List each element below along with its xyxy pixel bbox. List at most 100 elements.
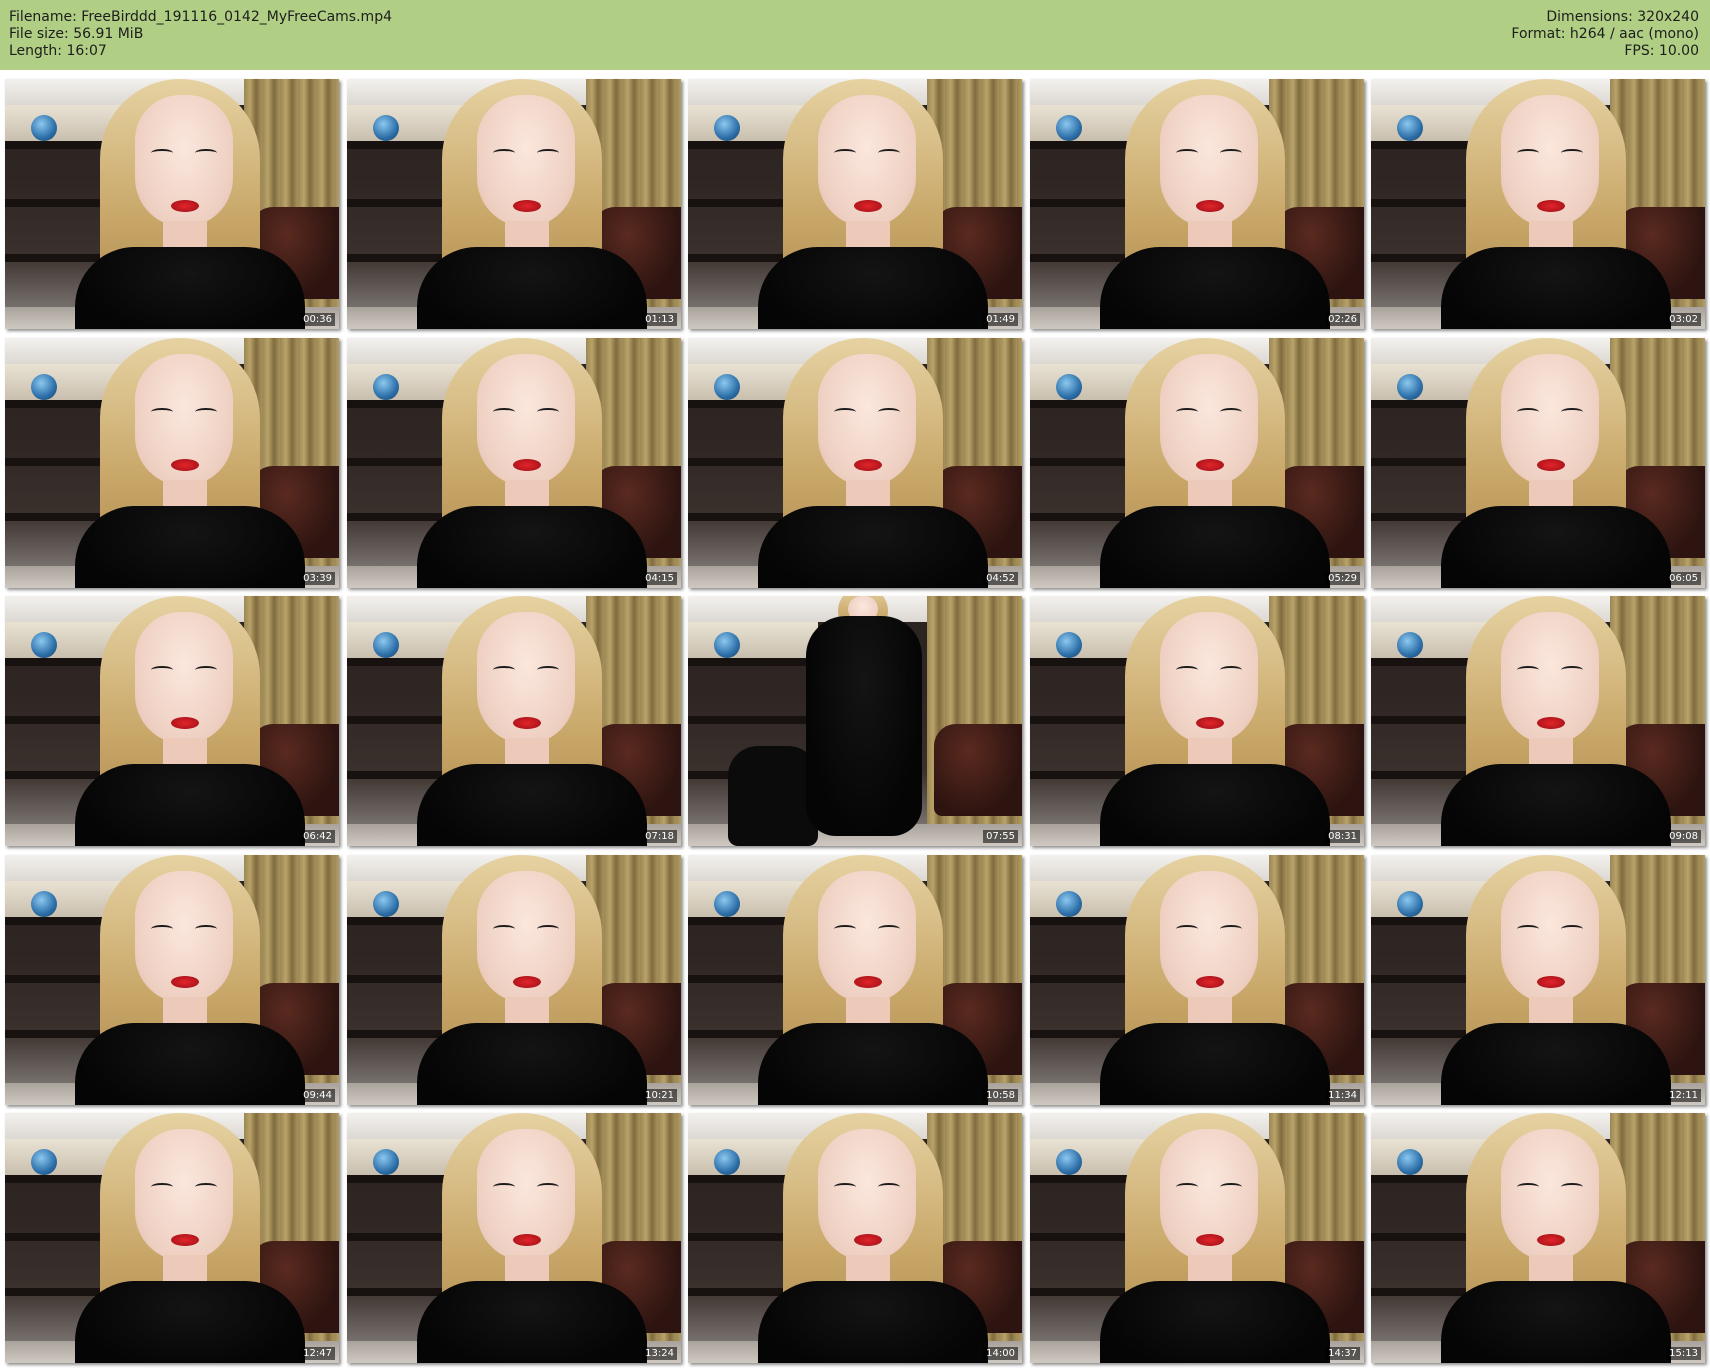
person-dress <box>758 1281 988 1363</box>
office-chair <box>728 746 818 846</box>
person-dress <box>1100 1023 1330 1105</box>
thumbnail-timestamp: 09:44 <box>300 1089 335 1102</box>
video-thumbnail[interactable]: 10:21 <box>347 855 681 1105</box>
globe-ornament <box>31 632 57 658</box>
person-lips <box>513 1234 541 1246</box>
person-eye <box>1220 149 1242 157</box>
person-lips <box>513 717 541 729</box>
dimensions-text: Dimensions: 320x240 <box>1546 9 1699 25</box>
thumbnail-timestamp: 01:13 <box>642 313 677 326</box>
video-thumbnail[interactable]: 09:08 <box>1371 596 1705 846</box>
person-eye <box>493 925 515 933</box>
shelf-back <box>688 622 818 658</box>
globe-ornament <box>1056 1149 1082 1175</box>
globe-ornament <box>373 1149 399 1175</box>
video-thumbnail[interactable]: 06:05 <box>1371 338 1705 588</box>
person-eye <box>195 149 217 157</box>
video-thumbnail[interactable]: 02:26 <box>1030 79 1364 329</box>
person-lips <box>171 1234 199 1246</box>
person-eye <box>1517 666 1539 674</box>
person-dress <box>1441 764 1671 846</box>
globe-ornament <box>1397 632 1423 658</box>
globe-ornament <box>1056 374 1082 400</box>
thumbnail-timestamp: 09:08 <box>1666 830 1701 843</box>
globe-ornament <box>373 115 399 141</box>
video-thumbnail[interactable]: 07:55 <box>688 596 1022 846</box>
person-eye <box>878 1183 900 1191</box>
video-thumbnail[interactable]: 05:29 <box>1030 338 1364 588</box>
person-dress <box>1100 506 1330 588</box>
video-thumbnail[interactable]: 12:11 <box>1371 855 1705 1105</box>
video-thumbnail[interactable]: 03:02 <box>1371 79 1705 329</box>
globe-ornament <box>714 1149 740 1175</box>
video-thumbnail[interactable]: 12:47 <box>5 1113 339 1363</box>
person-eye <box>537 925 559 933</box>
video-thumbnail[interactable]: 00:36 <box>5 79 339 329</box>
person-lips <box>513 976 541 988</box>
person-dress <box>417 247 647 329</box>
thumbnail-timestamp: 08:31 <box>1325 830 1360 843</box>
video-thumbnail[interactable]: 01:49 <box>688 79 1022 329</box>
person-eye <box>1176 1183 1198 1191</box>
video-thumbnail[interactable]: 08:31 <box>1030 596 1364 846</box>
person-lips <box>171 976 199 988</box>
person-dress <box>1441 1281 1671 1363</box>
person-eye <box>493 149 515 157</box>
person-dress <box>1100 764 1330 846</box>
person-eye <box>537 1183 559 1191</box>
video-thumbnail[interactable]: 01:13 <box>347 79 681 329</box>
person-eye <box>834 1183 856 1191</box>
globe-ornament <box>1397 374 1423 400</box>
video-thumbnail[interactable]: 09:44 <box>5 855 339 1105</box>
person-dress <box>75 764 305 846</box>
person-lips <box>1537 976 1565 988</box>
person-eye <box>151 666 173 674</box>
person-eye <box>151 408 173 416</box>
person-lips <box>1196 200 1224 212</box>
thumbnail-timestamp: 05:29 <box>1325 572 1360 585</box>
video-thumbnail[interactable]: 03:39 <box>5 338 339 588</box>
thumbnail-timestamp: 03:02 <box>1666 313 1701 326</box>
person-eye <box>537 408 559 416</box>
video-thumbnail[interactable]: 04:15 <box>347 338 681 588</box>
person-lips <box>1537 200 1565 212</box>
person-dress <box>1100 1281 1330 1363</box>
person-eye <box>1561 666 1583 674</box>
person-eye <box>493 1183 515 1191</box>
person-eye <box>1561 408 1583 416</box>
video-thumbnail[interactable]: 15:13 <box>1371 1113 1705 1363</box>
person-eye <box>1176 149 1198 157</box>
video-thumbnail[interactable]: 14:37 <box>1030 1113 1364 1363</box>
video-thumbnail[interactable]: 06:42 <box>5 596 339 846</box>
video-thumbnail[interactable]: 11:34 <box>1030 855 1364 1105</box>
person-eye <box>151 149 173 157</box>
thumbnail-timestamp: 12:11 <box>1666 1089 1701 1102</box>
person-eye <box>1220 925 1242 933</box>
globe-ornament <box>1056 632 1082 658</box>
thumbnail-timestamp: 10:58 <box>983 1089 1018 1102</box>
globe-ornament <box>31 374 57 400</box>
video-thumbnail[interactable]: 14:00 <box>688 1113 1022 1363</box>
person-eye <box>195 666 217 674</box>
person-dress <box>1441 1023 1671 1105</box>
person-eye <box>1517 925 1539 933</box>
thumbnail-timestamp: 01:49 <box>983 313 1018 326</box>
thumbnail-timestamp: 13:24 <box>642 1347 677 1360</box>
video-thumbnail[interactable]: 10:58 <box>688 855 1022 1105</box>
person-lips <box>854 1234 882 1246</box>
person-dress <box>75 506 305 588</box>
person-eye <box>195 408 217 416</box>
thumbnail-timestamp: 10:21 <box>642 1089 677 1102</box>
person-dress <box>1100 247 1330 329</box>
person-dress <box>417 506 647 588</box>
fps-text: FPS: 10.00 <box>1624 43 1699 59</box>
video-thumbnail[interactable]: 13:24 <box>347 1113 681 1363</box>
video-thumbnail[interactable]: 07:18 <box>347 596 681 846</box>
person-dress <box>1441 247 1671 329</box>
filesize-text: File size: 56.91 MiB <box>9 26 144 42</box>
person-eye <box>834 408 856 416</box>
video-thumbnail[interactable]: 04:52 <box>688 338 1022 588</box>
shelf <box>688 716 808 724</box>
person-eye <box>151 1183 173 1191</box>
thumbnail-timestamp: 07:18 <box>642 830 677 843</box>
